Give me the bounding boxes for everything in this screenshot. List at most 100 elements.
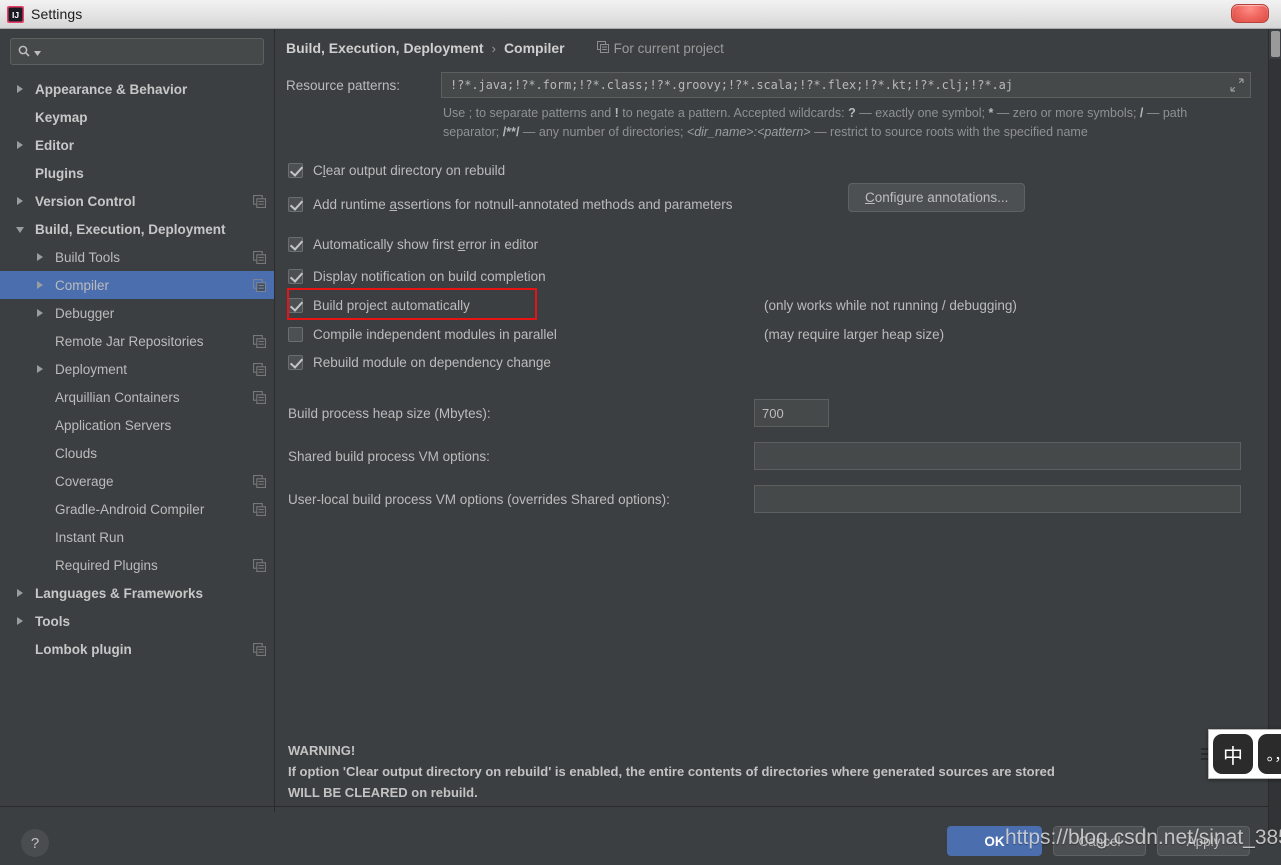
project-scope-icon xyxy=(253,390,266,404)
compiler-settings-panel: Build, Execution, Deployment › Compiler … xyxy=(276,29,1281,812)
checkbox-row[interactable]: Build project automatically (only works w… xyxy=(287,288,1281,320)
sidebar-item-languages-frameworks[interactable]: Languages & Frameworks xyxy=(0,579,274,607)
ime-mode-button[interactable]: 中 xyxy=(1213,734,1253,774)
checkbox-label: Display notification on build completion xyxy=(313,268,546,284)
scrollbar-thumb[interactable] xyxy=(1271,31,1280,57)
sidebar-item-label: Deployment xyxy=(55,361,128,377)
breadcrumb: Build, Execution, Deployment › Compiler … xyxy=(276,29,1281,56)
sidebar-item-application-servers[interactable]: Application Servers xyxy=(0,411,274,439)
footer-divider xyxy=(0,806,1281,807)
ime-punctuation-button[interactable]: 。， xyxy=(1258,734,1281,774)
field-input-2[interactable] xyxy=(754,485,1241,513)
watermark: https://blog.csdn.net/sinat_38535682 xyxy=(1005,826,1281,849)
sidebar-item-label: Application Servers xyxy=(55,417,172,433)
expand-icon[interactable] xyxy=(1230,78,1244,92)
vertical-scrollbar[interactable] xyxy=(1268,29,1281,835)
sidebar-item-arquillian-containers[interactable]: Arquillian Containers xyxy=(0,383,274,411)
sidebar-item-plugins[interactable]: Plugins xyxy=(0,159,274,187)
chevron-right-icon[interactable] xyxy=(34,251,47,264)
sidebar-item-label: Editor xyxy=(35,137,74,153)
checkbox-display-notification-on-build-completion[interactable] xyxy=(288,268,303,284)
chevron-down-icon[interactable] xyxy=(14,223,27,236)
search-input[interactable] xyxy=(44,44,256,59)
checkbox-note: (may require larger heap size) xyxy=(764,326,945,342)
sidebar-item-debugger[interactable]: Debugger xyxy=(0,299,274,327)
sidebar-item-keymap[interactable]: Keymap xyxy=(0,103,274,131)
chevron-right-icon[interactable] xyxy=(14,587,27,600)
chevron-right-icon[interactable] xyxy=(14,83,27,96)
checkbox-compile-independent-modules-in-parallel[interactable] xyxy=(288,326,303,342)
breadcrumb-root[interactable]: Build, Execution, Deployment xyxy=(286,40,484,56)
checkbox-row[interactable]: Automatically show first error in editor xyxy=(288,226,1281,262)
project-scope-icon xyxy=(253,558,266,572)
checkbox-label: Clear output directory on rebuild xyxy=(313,162,506,178)
field-row: Build process heap size (Mbytes): xyxy=(276,392,491,435)
sidebar-item-label: Plugins xyxy=(35,165,84,181)
resource-patterns-input[interactable]: !?*.java;!?*.form;!?*.class;!?*.groovy;!… xyxy=(441,72,1251,98)
sidebar-item-editor[interactable]: Editor xyxy=(0,131,274,159)
scope-label: For current project xyxy=(613,40,724,56)
sidebar-item-remote-jar-repositories[interactable]: Remote Jar Repositories xyxy=(0,327,274,355)
sidebar-item-build-tools[interactable]: Build Tools xyxy=(0,243,274,271)
checkbox-add-runtime-assertions-for-notnull-annotated-methods-and-parameters[interactable] xyxy=(288,196,303,212)
field-input-0[interactable]: 700 xyxy=(754,399,829,427)
chevron-right-icon[interactable] xyxy=(14,195,27,208)
sidebar-item-build-execution-deployment[interactable]: Build, Execution, Deployment xyxy=(0,215,274,243)
project-scope-icon xyxy=(253,502,266,516)
sidebar-item-version-control[interactable]: Version Control xyxy=(0,187,274,215)
chevron-right-icon[interactable] xyxy=(34,307,47,320)
field-label: Shared build process VM options: xyxy=(288,449,490,464)
checkbox-automatically-show-first-error-in-editor[interactable] xyxy=(288,236,303,252)
window-title: Settings xyxy=(31,6,83,22)
scrollbar-track[interactable] xyxy=(1269,59,1281,835)
sidebar-item-label: Keymap xyxy=(35,109,88,125)
sidebar-item-clouds[interactable]: Clouds xyxy=(0,439,274,467)
sidebar-item-label: Instant Run xyxy=(55,529,125,545)
checkbox-row[interactable]: Rebuild module on dependency change xyxy=(288,348,1281,376)
field-label: User-local build process VM options (ove… xyxy=(288,492,670,507)
field-input-1[interactable] xyxy=(754,442,1241,470)
chevron-right-icon[interactable] xyxy=(34,279,47,292)
sidebar-item-label: Debugger xyxy=(55,305,115,321)
project-scope-icon xyxy=(253,334,266,348)
warning-line-2: If option 'Clear output directory on reb… xyxy=(288,764,1055,779)
sidebar-item-coverage[interactable]: Coverage xyxy=(0,467,274,495)
close-icon[interactable] xyxy=(1231,4,1269,23)
project-scope-icon xyxy=(253,278,266,292)
sidebar-item-compiler[interactable]: Compiler xyxy=(0,271,274,299)
chevron-right-icon[interactable] xyxy=(34,363,47,376)
sidebar-item-lombok-plugin[interactable]: Lombok plugin xyxy=(0,635,274,663)
search-dropdown-icon[interactable] xyxy=(34,43,41,61)
help-button[interactable]: ? xyxy=(21,829,49,857)
sidebar-item-label: Remote Jar Repositories xyxy=(55,333,204,349)
sidebar-item-appearance-behavior[interactable]: Appearance & Behavior xyxy=(0,75,274,103)
sidebar-item-label: Languages & Frameworks xyxy=(35,585,204,601)
compiler-options-list: Clear output directory on rebuild Add run… xyxy=(276,142,1281,376)
chevron-right-icon[interactable] xyxy=(14,615,27,628)
checkbox-rebuild-module-on-dependency-change[interactable] xyxy=(288,354,303,370)
sidebar-item-instant-run[interactable]: Instant Run xyxy=(0,523,274,551)
scope-indicator: For current project xyxy=(596,40,724,56)
checkbox-row[interactable]: Clear output directory on rebuild xyxy=(288,156,1281,184)
sidebar-item-required-plugins[interactable]: Required Plugins xyxy=(0,551,274,579)
checkbox-label: Rebuild module on dependency change xyxy=(313,354,551,370)
chevron-right-icon[interactable] xyxy=(14,139,27,152)
sidebar-item-gradle-android-compiler[interactable]: Gradle-Android Compiler xyxy=(0,495,274,523)
checkbox-build-project-automatically[interactable] xyxy=(288,297,303,313)
sidebar-item-tools[interactable]: Tools xyxy=(0,607,274,635)
sidebar-item-label: Lombok plugin xyxy=(35,641,132,657)
resource-patterns-value: !?*.java;!?*.form;!?*.class;!?*.groovy;!… xyxy=(450,78,1013,92)
checkbox-row[interactable]: Compile independent modules in parallel (… xyxy=(288,320,1281,348)
checkbox-row[interactable]: Display notification on build completion xyxy=(288,262,1281,290)
checkbox-row[interactable]: Add runtime assertions for notnull-annot… xyxy=(288,183,1281,224)
sidebar-item-deployment[interactable]: Deployment xyxy=(0,355,274,383)
checkbox-clear-output-directory-on-rebuild[interactable] xyxy=(288,162,303,178)
configure-annotations-button[interactable]: Configure annotations... xyxy=(848,183,1026,212)
checkbox-label: Build project automatically xyxy=(313,297,470,313)
sidebar-item-label: Build, Execution, Deployment xyxy=(35,221,226,237)
search-box[interactable] xyxy=(10,38,264,65)
